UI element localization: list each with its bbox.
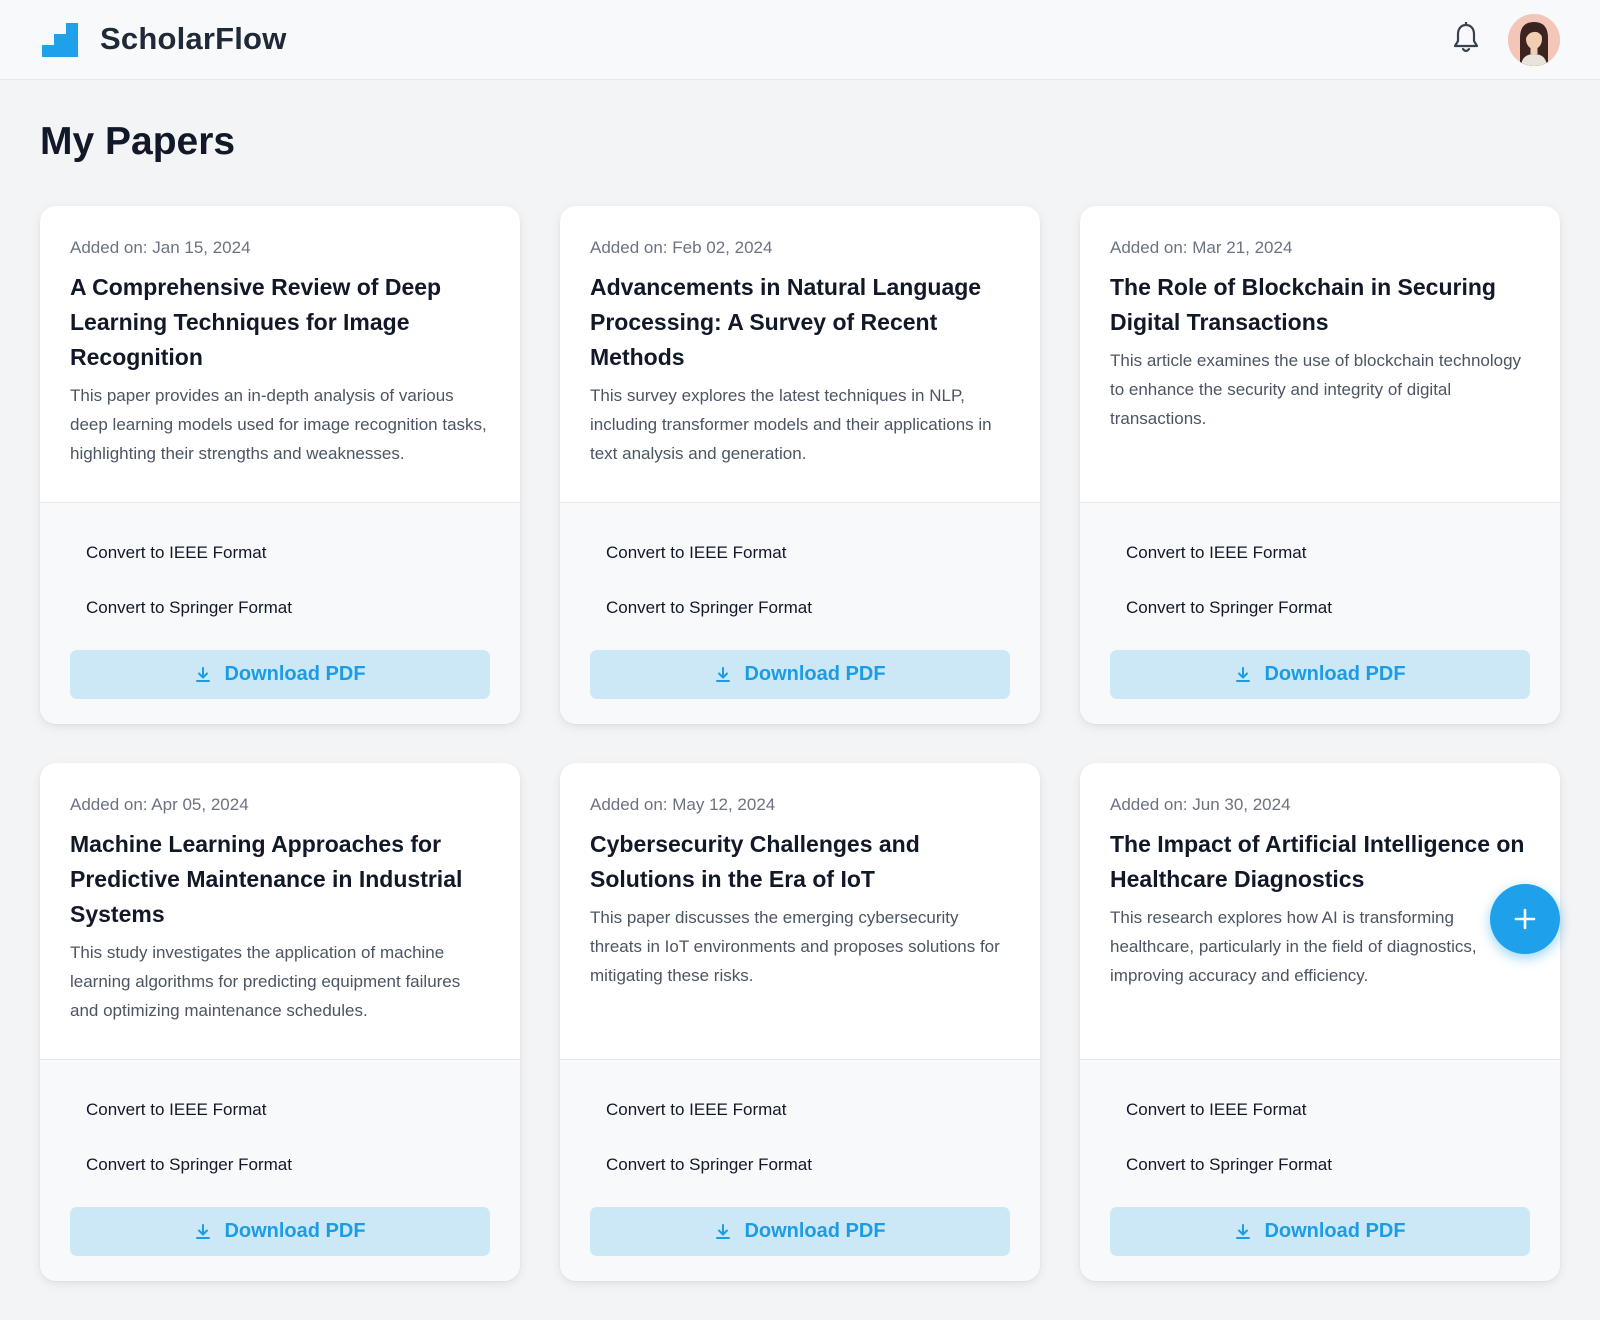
paper-card-content: Added on: Jun 30, 2024 The Impact of Arti… bbox=[1080, 763, 1560, 1059]
paper-card: Added on: Apr 05, 2024 Machine Learning A… bbox=[40, 763, 520, 1281]
bell-icon[interactable] bbox=[1452, 22, 1480, 54]
paper-card-content: Added on: Apr 05, 2024 Machine Learning A… bbox=[40, 763, 520, 1059]
paper-description: This paper discusses the emerging cybers… bbox=[590, 908, 1000, 985]
paper-title[interactable]: A Comprehensive Review of Deep Learning … bbox=[70, 270, 490, 375]
download-pdf-label: Download PDF bbox=[224, 663, 366, 685]
paper-card-actions: Convert to IEEE Format Convert to Springe… bbox=[40, 1059, 520, 1281]
download-pdf-button[interactable]: Download PDF bbox=[70, 650, 490, 699]
download-icon bbox=[196, 1223, 211, 1239]
user-avatar[interactable] bbox=[1508, 14, 1560, 66]
convert-ieee-option[interactable]: Convert to IEEE Format bbox=[606, 1100, 786, 1120]
paper-date: Added on: Apr 05, 2024 bbox=[70, 795, 249, 814]
page-title: My Papers bbox=[40, 120, 236, 163]
paper-date: Added on: Feb 02, 2024 bbox=[590, 238, 773, 257]
convert-ieee-option[interactable]: Convert to IEEE Format bbox=[86, 543, 266, 563]
convert-springer-option[interactable]: Convert to Springer Format bbox=[86, 1155, 292, 1175]
convert-springer-option[interactable]: Convert to Springer Format bbox=[1126, 1155, 1332, 1175]
paper-date: Added on: Jun 30, 2024 bbox=[1110, 795, 1291, 814]
paper-card-actions: Convert to IEEE Format Convert to Springe… bbox=[40, 502, 520, 724]
paper-card-content: Added on: Feb 02, 2024 Advancements in Na… bbox=[560, 206, 1040, 502]
paper-card: Added on: Feb 02, 2024 Advancements in Na… bbox=[560, 206, 1040, 724]
download-pdf-button[interactable]: Download PDF bbox=[1110, 650, 1530, 699]
download-icon bbox=[196, 666, 211, 682]
download-icon bbox=[1236, 666, 1251, 682]
convert-springer-option[interactable]: Convert to Springer Format bbox=[606, 1155, 812, 1175]
convert-ieee-option[interactable]: Convert to IEEE Format bbox=[606, 543, 786, 563]
convert-ieee-option[interactable]: Convert to IEEE Format bbox=[1126, 543, 1306, 563]
download-pdf-label: Download PDF bbox=[1264, 663, 1406, 685]
paper-card-content: Added on: Mar 21, 2024 The Role of Blockc… bbox=[1080, 206, 1560, 502]
paper-card-actions: Convert to IEEE Format Convert to Springe… bbox=[1080, 502, 1560, 724]
download-pdf-label: Download PDF bbox=[224, 1220, 366, 1242]
download-pdf-label: Download PDF bbox=[744, 1220, 886, 1242]
app-header: ScholarFlow bbox=[0, 0, 1600, 80]
download-pdf-button[interactable]: Download PDF bbox=[70, 1207, 490, 1256]
paper-title[interactable]: The Role of Blockchain in Securing Digit… bbox=[1110, 270, 1530, 340]
paper-description: This study investigates the application … bbox=[70, 943, 461, 1020]
download-pdf-label: Download PDF bbox=[1264, 1220, 1406, 1242]
paper-card: Added on: May 12, 2024 Cybersecurity Chal… bbox=[560, 763, 1040, 1281]
convert-ieee-option[interactable]: Convert to IEEE Format bbox=[86, 1100, 266, 1120]
download-pdf-label: Download PDF bbox=[744, 663, 886, 685]
convert-springer-option[interactable]: Convert to Springer Format bbox=[86, 598, 292, 618]
paper-card-actions: Convert to IEEE Format Convert to Springe… bbox=[1080, 1059, 1560, 1281]
download-icon bbox=[716, 1223, 731, 1239]
paper-title[interactable]: Cybersecurity Challenges and Solutions i… bbox=[590, 827, 1010, 897]
paper-card-actions: Convert to IEEE Format Convert to Springe… bbox=[560, 1059, 1040, 1281]
download-pdf-button[interactable]: Download PDF bbox=[590, 650, 1010, 699]
paper-description: This paper provides an in-depth analysis… bbox=[70, 386, 487, 463]
download-icon bbox=[716, 666, 731, 682]
paper-card-content: Added on: Jan 15, 2024 A Comprehensive Re… bbox=[40, 206, 520, 502]
paper-description: This survey explores the latest techniqu… bbox=[590, 386, 992, 463]
download-icon bbox=[1236, 1223, 1251, 1239]
convert-ieee-option[interactable]: Convert to IEEE Format bbox=[1126, 1100, 1306, 1120]
brand-name[interactable]: ScholarFlow bbox=[100, 21, 287, 57]
convert-springer-option[interactable]: Convert to Springer Format bbox=[1126, 598, 1332, 618]
paper-date: Added on: Jan 15, 2024 bbox=[70, 238, 251, 257]
add-paper-button[interactable] bbox=[1490, 884, 1560, 954]
paper-description: This research explores how AI is transfo… bbox=[1110, 908, 1477, 985]
paper-card: Added on: Jan 15, 2024 A Comprehensive Re… bbox=[40, 206, 520, 724]
paper-card-content: Added on: May 12, 2024 Cybersecurity Chal… bbox=[560, 763, 1040, 1059]
paper-card: Added on: Jun 30, 2024 The Impact of Arti… bbox=[1080, 763, 1560, 1281]
paper-date: Added on: May 12, 2024 bbox=[590, 795, 776, 814]
plus-icon bbox=[1514, 908, 1536, 930]
paper-card-actions: Convert to IEEE Format Convert to Springe… bbox=[560, 502, 1040, 724]
paper-title[interactable]: Advancements in Natural Language Process… bbox=[590, 270, 1010, 375]
convert-springer-option[interactable]: Convert to Springer Format bbox=[606, 598, 812, 618]
paper-date: Added on: Mar 21, 2024 bbox=[1110, 238, 1293, 257]
stairs-logo-icon[interactable] bbox=[42, 23, 78, 57]
paper-description: This article examines the use of blockch… bbox=[1110, 351, 1522, 428]
download-pdf-button[interactable]: Download PDF bbox=[1110, 1207, 1530, 1256]
download-pdf-button[interactable]: Download PDF bbox=[590, 1207, 1010, 1256]
paper-title[interactable]: Machine Learning Approaches for Predicti… bbox=[70, 827, 490, 932]
paper-title[interactable]: The Impact of Artificial Intelligence on… bbox=[1110, 827, 1530, 897]
paper-card: Added on: Mar 21, 2024 The Role of Blockc… bbox=[1080, 206, 1560, 724]
